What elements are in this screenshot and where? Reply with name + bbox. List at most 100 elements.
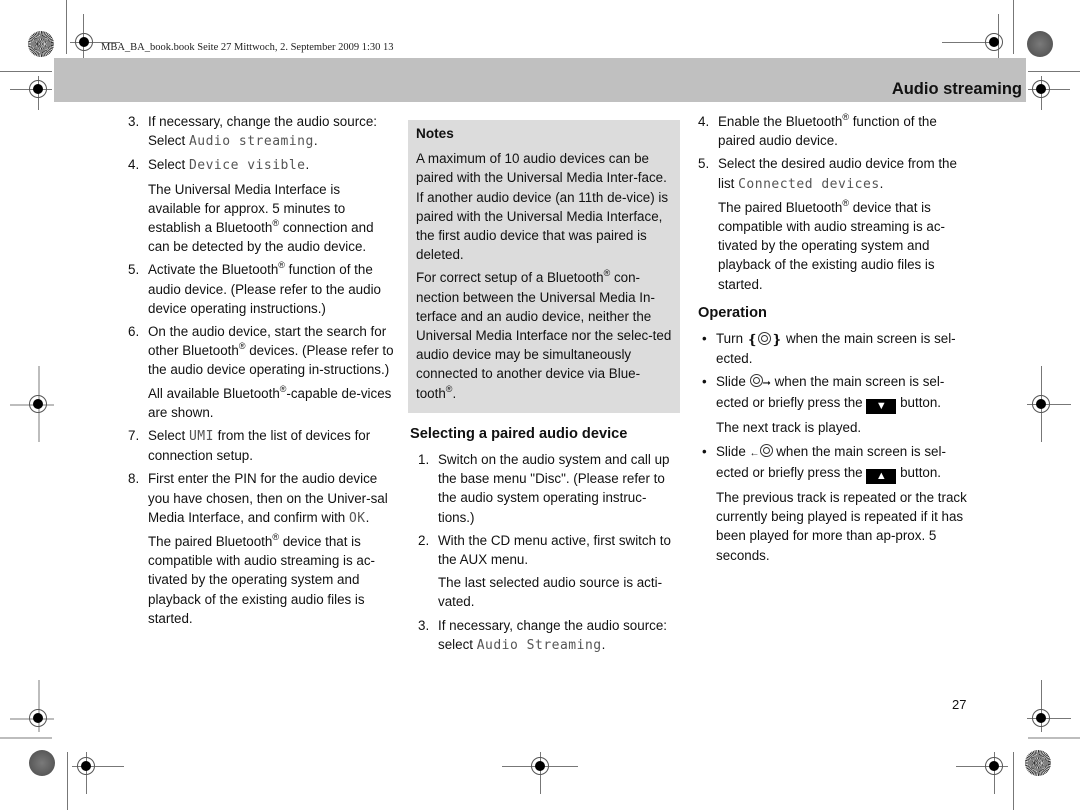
crop-mark-line — [1028, 71, 1080, 72]
notes-text: . — [452, 385, 457, 401]
bullet-item: • Slide ➞ when the main screen is sel-ec… — [698, 372, 970, 415]
section-header-bar — [54, 58, 1026, 102]
registration-mark-icon — [1032, 80, 1050, 98]
color-bar-disc-icon — [1027, 31, 1053, 57]
column-right: 4. Enable the Bluetooth® function of the… — [698, 112, 970, 569]
slide-left-controller-icon: ← — [750, 442, 773, 463]
print-slug-line: MBA_BA_book.book Seite 27 Mittwoch, 2. S… — [101, 42, 394, 53]
bullet-text: button. — [896, 395, 942, 411]
step-item: 4. Select Device visible. — [128, 155, 394, 175]
bullet-result: The next track is played. — [716, 420, 862, 436]
color-bar-starburst-icon — [28, 31, 54, 57]
step-text: All available Bluetooth — [148, 385, 280, 401]
menu-item-code: Connected devices — [738, 176, 880, 192]
registration-mark-icon — [29, 709, 47, 727]
registered-mark: ® — [278, 260, 285, 271]
down-button-icon: ▼ — [866, 399, 897, 415]
registered-mark: ® — [272, 532, 279, 543]
step-item: 7. Select UMI from the list of devices f… — [128, 426, 394, 465]
registered-mark: ® — [272, 218, 279, 229]
registration-mark-icon — [985, 757, 1003, 775]
step-text: With the CD menu active, first switch to… — [438, 532, 671, 568]
notes-paragraph: For correct setup of a Bluetooth® con-ne… — [416, 268, 672, 402]
step-text: Activate the Bluetooth — [148, 262, 279, 278]
registration-mark-icon — [1032, 395, 1050, 413]
step-result: The paired Bluetooth® device that is com… — [698, 198, 970, 294]
registration-mark-icon — [1032, 709, 1050, 727]
crop-mark-line — [1013, 0, 1014, 54]
bullet-text: Turn — [716, 331, 747, 347]
bullet-icon: • — [702, 443, 707, 459]
step-item: 4. Enable the Bluetooth® function of the… — [698, 112, 970, 150]
bullet-text: button. — [896, 464, 942, 480]
step-result: The Universal Media Interface is availab… — [128, 180, 394, 257]
menu-item-code: Device visible — [188, 158, 306, 174]
menu-item-code: Audio streaming — [188, 134, 314, 150]
step-text: Select — [148, 428, 189, 444]
column-middle: Notes A maximum of 10 audio devices can … — [408, 120, 680, 659]
up-button-icon: ▲ — [866, 468, 897, 484]
crop-mark-line — [66, 0, 67, 54]
controller-knob-icon — [758, 331, 771, 345]
step-number: 3. — [128, 114, 140, 129]
section-heading: Operation — [698, 304, 767, 321]
registration-mark-icon — [77, 757, 95, 775]
step-text: . — [313, 133, 318, 149]
bullet-item: • Slide ← when the main screen is sel-ec… — [698, 442, 970, 484]
bullet-item: • Turn ❴ ❵ when the main screen is sel-ec… — [698, 329, 970, 368]
step-number: 6. — [128, 324, 140, 340]
bullet-icon: • — [702, 331, 707, 347]
registration-mark-icon — [985, 33, 1003, 51]
rotate-right-glyph: ❵ — [771, 331, 783, 347]
step-number: 1. — [418, 452, 430, 468]
step-text: . — [305, 157, 310, 173]
step-text: Switch on the audio system and call up t… — [438, 452, 670, 525]
registration-mark-icon — [75, 33, 93, 51]
crop-mark-line — [67, 752, 68, 810]
registered-mark: ® — [842, 112, 849, 122]
step-number: 5. — [698, 156, 710, 172]
step-text: Enable the Bluetooth — [718, 114, 843, 129]
step-number: 3. — [418, 617, 430, 633]
step-text: The paired Bluetooth — [148, 534, 273, 550]
step-item: 2. With the CD menu active, first switch… — [418, 531, 680, 569]
bullet-result: The previous track is repeated or the tr… — [716, 489, 967, 563]
step-item: 3. If necessary, change the audio source… — [418, 616, 680, 655]
notes-title: Notes — [416, 126, 454, 141]
step-number: 4. — [698, 114, 710, 129]
page-number: 27 — [952, 697, 967, 712]
arrow-left-icon: ← — [749, 447, 760, 459]
controller-knob-icon — [759, 443, 773, 457]
color-bar-starburst-icon — [1025, 750, 1051, 776]
step-number: 2. — [418, 532, 430, 548]
notes-paragraph: A maximum of 10 audio devices can be pai… — [416, 151, 669, 263]
step-number: 8. — [128, 471, 140, 487]
menu-item-code: UMI — [188, 429, 214, 445]
step-result: The last selected audio source is acti-v… — [438, 575, 663, 610]
column-left: 3. If necessary, change the audio source… — [128, 112, 394, 632]
registered-mark: ® — [842, 197, 849, 208]
step-item: 5. Activate the Bluetooth® function of t… — [128, 260, 394, 318]
step-result: All available Bluetooth®-capable de-vice… — [128, 384, 394, 422]
rotate-left-glyph: ❴ — [746, 331, 758, 347]
crop-mark-line — [0, 737, 52, 739]
color-bar-disc-icon — [29, 750, 55, 776]
menu-item-code: Audio Streaming — [476, 637, 602, 653]
bullet-icon: • — [702, 374, 707, 390]
section-title: Audio streaming — [891, 80, 1022, 98]
step-item: 5. Select the desired audio device from … — [698, 154, 970, 193]
step-result: The paired Bluetooth® device that is com… — [128, 532, 394, 628]
controller-knob-icon — [749, 374, 763, 388]
step-item: 8. First enter the PIN for the audio dev… — [128, 469, 394, 528]
step-item: 1. Switch on the audio system and call u… — [418, 450, 680, 527]
bullet-text: Slide — [716, 374, 750, 390]
notes-box: Notes A maximum of 10 audio devices can … — [408, 120, 680, 413]
arrow-right-icon: ➞ — [762, 378, 771, 390]
registration-mark-icon — [29, 395, 47, 413]
step-item: 3. If necessary, change the audio source… — [128, 112, 394, 151]
registration-mark-icon — [29, 80, 47, 98]
rotate-controller-icon: ❴ ❵ — [747, 330, 782, 349]
step-number: 4. — [128, 157, 140, 173]
bullet-text: Slide — [716, 443, 750, 459]
step-text: . — [601, 636, 606, 652]
